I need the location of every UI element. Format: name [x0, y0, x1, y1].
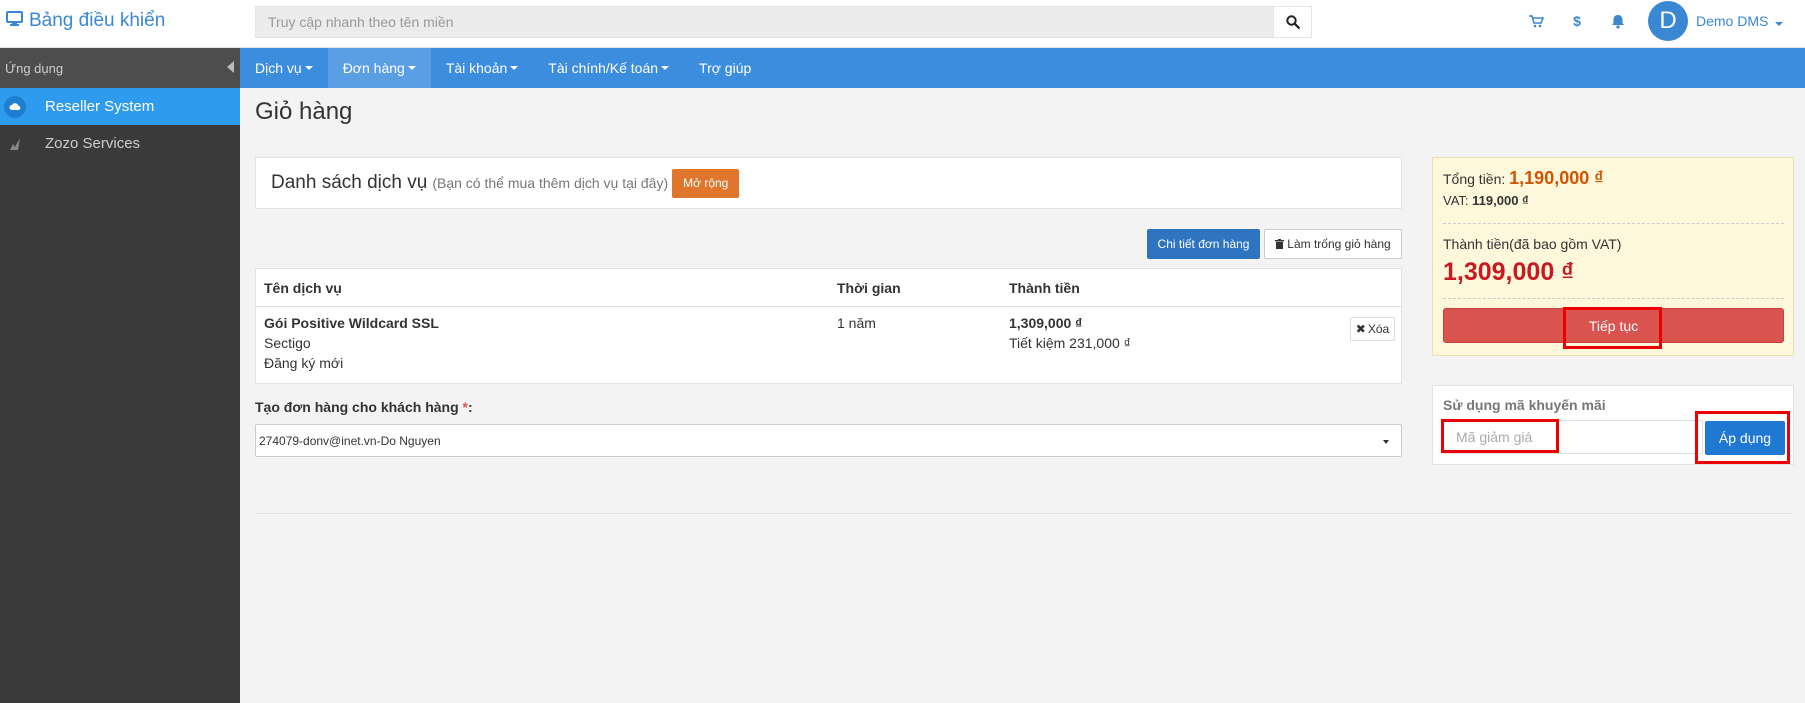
final-value: 1,309,000 ₫	[1443, 258, 1574, 286]
cloud-icon	[4, 95, 26, 118]
total-label: Tổng tiền:	[1443, 171, 1506, 187]
customer-label: Tạo đơn hàng cho khách hàng *:	[255, 399, 473, 415]
service-period: 1 năm	[837, 315, 876, 331]
label-colon: :	[467, 399, 473, 415]
bell-icon[interactable]	[1610, 13, 1626, 29]
nav-item-orders[interactable]: Đơn hàng	[327, 48, 431, 88]
expand-button[interactable]: Mở rộng	[672, 168, 740, 198]
nav-label: Đơn hàng	[342, 60, 405, 76]
user-menu[interactable]: Demo DMS	[1696, 13, 1784, 29]
nav-item-services[interactable]: Dịch vụ	[240, 48, 328, 88]
customer-label-text: Tạo đơn hàng cho khách hàng	[255, 399, 459, 415]
table-header: Tên dịch vụ Thời gian Thành tiền	[256, 269, 1401, 307]
divider	[1443, 298, 1784, 299]
nav-label: Trợ giúp	[699, 60, 752, 76]
divider	[1443, 223, 1784, 224]
divider	[255, 513, 1792, 514]
total-row: Tổng tiền: 1,190,000 ₫	[1443, 168, 1603, 189]
service-list-subtitle: (Bạn có thể mua thêm dịch vụ tại đây)	[432, 175, 669, 191]
vat-label: VAT:	[1443, 193, 1469, 208]
service-name: Gói Positive Wildcard SSL	[264, 315, 439, 331]
column-header: Thành tiền	[1009, 280, 1080, 296]
sidebar-header: Ứng dụng	[0, 48, 240, 88]
vat-row: VAT: 119,000 ₫	[1443, 193, 1529, 208]
table-row: Gói Positive Wildcard SSL Sectigo Đăng k…	[256, 307, 1401, 384]
clear-cart-button[interactable]: Làm trống giỏ hàng	[1264, 229, 1402, 259]
delete-label: Xóa	[1367, 322, 1390, 336]
nav-label: Tài khoản	[445, 60, 508, 76]
service-saving: Tiết kiệm 231,000 ₫	[1009, 335, 1131, 351]
sidebar-item-label: Zozo Services	[45, 135, 141, 152]
nav-item-account[interactable]: Tài khoản	[431, 48, 533, 88]
search-icon	[1285, 15, 1300, 29]
chevron-down-icon	[1775, 22, 1784, 26]
zozo-icon	[4, 133, 26, 155]
column-header: Thời gian	[837, 280, 901, 296]
nav-item-finance[interactable]: Tài chính/Kế toán	[533, 48, 684, 88]
cart-icon[interactable]	[1528, 13, 1544, 29]
sidebar-item-zozo-services[interactable]: Zozo Services	[0, 125, 240, 162]
brand-label: Bảng điều khiển	[29, 10, 166, 31]
close-icon: ✖	[1355, 322, 1366, 336]
sidebar-title: Ứng dụng	[5, 60, 64, 76]
caret-down-icon	[510, 66, 519, 70]
service-list-title: Danh sách dịch vụ	[271, 172, 428, 193]
search-input[interactable]: Truy cập nhanh theo tên miền	[255, 6, 1274, 38]
delete-item-button[interactable]: ✖ Xóa	[1350, 317, 1395, 341]
domain-search: Truy cập nhanh theo tên miền	[255, 6, 1312, 38]
customer-select-value: 274079-donv@inet.vn-Do Nguyen	[259, 433, 441, 448]
service-list-header: Danh sách dịch vụ (Bạn có thể mua thêm d…	[255, 157, 1402, 209]
sidebar: Ứng dụng Reseller System Zozo Services	[0, 48, 240, 703]
caret-down-icon	[661, 66, 670, 70]
nav-label: Dịch vụ	[255, 60, 302, 76]
brand-link[interactable]: Bảng điều khiển	[6, 10, 165, 32]
page-title: Giỏ hàng	[255, 98, 353, 125]
service-vendor: Sectigo	[264, 335, 311, 351]
service-price: 1,309,000 ₫	[1009, 315, 1083, 331]
service-type: Đăng ký mới	[264, 355, 344, 371]
sidebar-item-label: Reseller System	[45, 98, 155, 115]
highlight-box	[1563, 307, 1662, 349]
sidebar-item-reseller-system[interactable]: Reseller System	[0, 88, 240, 125]
customer-select[interactable]: 274079-donv@inet.vn-Do Nguyen	[255, 424, 1402, 457]
cart-table: Tên dịch vụ Thời gian Thành tiền Gói Pos…	[255, 268, 1402, 384]
search-button[interactable]	[1274, 6, 1312, 38]
chevron-down-icon	[1383, 440, 1389, 444]
clear-cart-label: Làm trống giỏ hàng	[1287, 237, 1391, 251]
promo-title: Sử dụng mã khuyến mãi	[1443, 397, 1606, 413]
vat-value: 119,000 ₫	[1472, 193, 1529, 208]
highlight-box	[1695, 411, 1790, 464]
highlight-box	[1441, 419, 1559, 453]
monitor-icon	[6, 10, 29, 32]
user-name: Demo DMS	[1696, 13, 1769, 29]
main-nav: Dịch vụ Đơn hàng Tài khoản Tài chính/Kế …	[240, 48, 1805, 88]
order-detail-button[interactable]: Chi tiết đơn hàng	[1147, 229, 1260, 259]
caret-down-icon	[304, 66, 313, 70]
column-header: Tên dịch vụ	[264, 280, 342, 296]
top-header: Bảng điều khiển Truy cập nhanh theo tên …	[0, 0, 1805, 48]
collapse-sidebar-icon[interactable]	[227, 60, 235, 76]
nav-label: Tài chính/Kế toán	[548, 60, 659, 76]
nav-item-help[interactable]: Trợ giúp	[684, 48, 766, 88]
total-value: 1,190,000 ₫	[1509, 168, 1604, 188]
trash-icon	[1275, 239, 1285, 249]
final-label: Thành tiền(đã bao gồm VAT)	[1443, 236, 1622, 252]
dollar-icon[interactable]: $	[1569, 13, 1585, 29]
caret-down-icon	[407, 66, 416, 70]
avatar[interactable]: D	[1648, 1, 1688, 41]
